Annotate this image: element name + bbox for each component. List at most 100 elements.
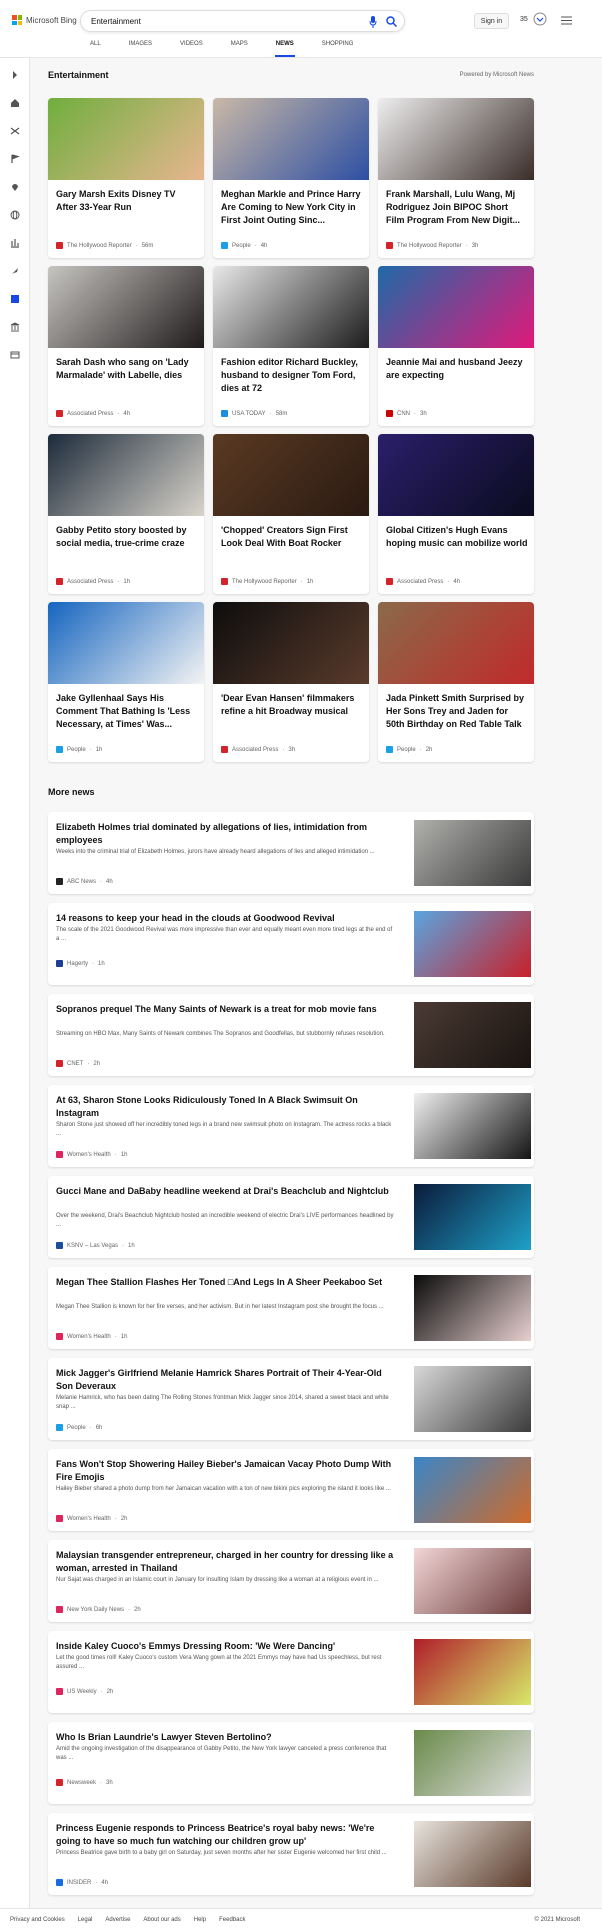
news-card-title[interactable]: 'Dear Evan Hansen' filmmakers refine a h… [221,692,363,718]
home-icon[interactable] [10,98,20,108]
more-news-item[interactable]: Princess Eugenie responds to Princess Be… [48,1813,534,1895]
location-icon[interactable] [10,182,20,192]
news-card-title[interactable]: Fashion editor Richard Buckley, husband … [221,356,363,395]
search-input[interactable] [91,14,341,29]
news-card-title[interactable]: Jada Pinkett Smith Surprised by Her Sons… [386,692,528,731]
more-news-thumbnail[interactable] [414,1275,531,1341]
more-news-thumbnail[interactable] [414,1093,531,1159]
news-card-image[interactable] [48,98,204,180]
news-card-image[interactable] [378,98,534,180]
news-card[interactable]: Meghan Markle and Prince Harry Are Comin… [213,98,369,258]
news-card-image[interactable] [213,434,369,516]
news-card-title[interactable]: Meghan Markle and Prince Harry Are Comin… [221,188,363,227]
news-card[interactable]: Jeannie Mai and husband Jeezy are expect… [378,266,534,426]
news-card-image[interactable] [48,602,204,684]
news-card-image[interactable] [48,266,204,348]
more-news-title-link[interactable]: Fans Won't Stop Showering Hailey Bieber'… [56,1458,396,1484]
news-card-image[interactable] [378,266,534,348]
more-news-thumbnail[interactable] [414,1548,531,1614]
more-news-thumbnail[interactable] [414,1730,531,1796]
more-news-item[interactable]: Who Is Brian Laundrie's Lawyer Steven Be… [48,1722,534,1804]
bing-logo[interactable]: Microsoft Bing [12,15,77,25]
footer-link-legal[interactable]: Legal [78,1917,93,1923]
news-card-title[interactable]: Jeannie Mai and husband Jeezy are expect… [386,356,528,382]
scope-shopping[interactable]: SHOPPING [322,41,354,57]
more-news-thumbnail[interactable] [414,1184,531,1250]
sign-in-button[interactable]: Sign in [474,13,509,29]
more-news-title-link[interactable]: 14 reasons to keep your head in the clou… [56,912,396,925]
more-news-title-link[interactable]: Megan Thee Stallion Flashes Her Toned □A… [56,1276,396,1289]
more-news-item[interactable]: Gucci Mane and DaBaby headline weekend a… [48,1176,534,1258]
more-news-title-link[interactable]: Mick Jagger's Girlfriend Melanie Hamrick… [56,1367,396,1393]
scope-videos[interactable]: VIDEOS [180,41,203,57]
entertainment-icon[interactable] [10,294,20,304]
news-card[interactable]: 'Chopped' Creators Sign First Look Deal … [213,434,369,594]
bank-icon[interactable] [10,322,20,332]
news-card-title[interactable]: Jake Gyllenhaal Says His Comment That Ba… [56,692,198,731]
more-news-title-link[interactable]: Elizabeth Holmes trial dominated by alle… [56,821,396,847]
news-card[interactable]: 'Dear Evan Hansen' filmmakers refine a h… [213,602,369,762]
news-card[interactable]: Global Citizen's Hugh Evans hoping music… [378,434,534,594]
shuffle-icon[interactable] [10,126,20,136]
news-card-image[interactable] [213,602,369,684]
news-card-image[interactable] [378,602,534,684]
more-news-item[interactable]: Elizabeth Holmes trial dominated by alle… [48,812,534,894]
footer-link-help[interactable]: Help [194,1917,206,1923]
news-card[interactable]: Gabby Petito story boosted by social med… [48,434,204,594]
footer-link-privacy[interactable]: Privacy and Cookies [10,1917,65,1923]
more-news-thumbnail[interactable] [414,1002,531,1068]
news-card[interactable]: Jada Pinkett Smith Surprised by Her Sons… [378,602,534,762]
news-card-title[interactable]: Global Citizen's Hugh Evans hoping music… [386,524,528,550]
more-news-thumbnail[interactable] [414,820,531,886]
search-box[interactable] [80,10,405,32]
more-news-title-link[interactable]: Sopranos prequel The Many Saints of Newa… [56,1003,396,1016]
more-news-item[interactable]: Fans Won't Stop Showering Hailey Bieber'… [48,1449,534,1531]
more-news-thumbnail[interactable] [414,911,531,977]
more-news-title-link[interactable]: At 63, Sharon Stone Looks Ridiculously T… [56,1094,396,1120]
more-news-title-link[interactable]: Gucci Mane and DaBaby headline weekend a… [56,1185,396,1198]
news-card[interactable]: Gary Marsh Exits Disney TV After 33-Year… [48,98,204,258]
flag-icon[interactable] [10,154,20,164]
rocket-icon[interactable] [10,266,20,276]
globe-icon[interactable] [10,210,20,220]
expand-icon[interactable] [10,70,20,80]
more-news-thumbnail[interactable] [414,1457,531,1523]
card-icon[interactable] [10,350,20,360]
hamburger-menu-icon[interactable] [561,16,572,25]
microphone-icon[interactable] [369,16,377,28]
news-card-title[interactable]: Sarah Dash who sang on 'Lady Marmalade' … [56,356,198,382]
more-news-item[interactable]: Mick Jagger's Girlfriend Melanie Hamrick… [48,1358,534,1440]
footer-link-advertise[interactable]: Advertise [105,1917,130,1923]
rewards-points[interactable]: 35 [520,16,528,23]
more-news-title-link[interactable]: Princess Eugenie responds to Princess Be… [56,1822,396,1848]
more-news-item[interactable]: Megan Thee Stallion Flashes Her Toned □A… [48,1267,534,1349]
rewards-icon[interactable] [533,12,547,26]
more-news-thumbnail[interactable] [414,1821,531,1887]
footer-link-about-ads[interactable]: About our ads [143,1917,180,1923]
news-card[interactable]: Fashion editor Richard Buckley, husband … [213,266,369,426]
news-card-title[interactable]: Gary Marsh Exits Disney TV After 33-Year… [56,188,198,214]
news-card-image[interactable] [48,434,204,516]
footer-link-feedback[interactable]: Feedback [219,1917,245,1923]
more-news-item[interactable]: Malaysian transgender entrepreneur, char… [48,1540,534,1622]
more-news-item[interactable]: 14 reasons to keep your head in the clou… [48,903,534,985]
scope-news[interactable]: NEWS [274,41,295,57]
more-news-thumbnail[interactable] [414,1366,531,1432]
news-card-title[interactable]: 'Chopped' Creators Sign First Look Deal … [221,524,363,550]
more-news-item[interactable]: Sopranos prequel The Many Saints of Newa… [48,994,534,1076]
more-news-title-link[interactable]: Who Is Brian Laundrie's Lawyer Steven Be… [56,1731,396,1744]
news-card-image[interactable] [213,266,369,348]
scope-maps[interactable]: MAPS [231,41,248,57]
news-card[interactable]: Frank Marshall, Lulu Wang, Mj Rodriguez … [378,98,534,258]
more-news-title-link[interactable]: Inside Kaley Cuoco's Emmys Dressing Room… [56,1640,396,1653]
scales-icon[interactable] [10,238,20,248]
more-news-item[interactable]: Inside Kaley Cuoco's Emmys Dressing Room… [48,1631,534,1713]
more-news-thumbnail[interactable] [414,1639,531,1705]
news-card[interactable]: Sarah Dash who sang on 'Lady Marmalade' … [48,266,204,426]
search-icon[interactable] [386,16,397,27]
news-card[interactable]: Jake Gyllenhaal Says His Comment That Ba… [48,602,204,762]
more-news-item[interactable]: At 63, Sharon Stone Looks Ridiculously T… [48,1085,534,1167]
news-card-image[interactable] [378,434,534,516]
news-card-title[interactable]: Frank Marshall, Lulu Wang, Mj Rodriguez … [386,188,528,227]
news-card-image[interactable] [213,98,369,180]
